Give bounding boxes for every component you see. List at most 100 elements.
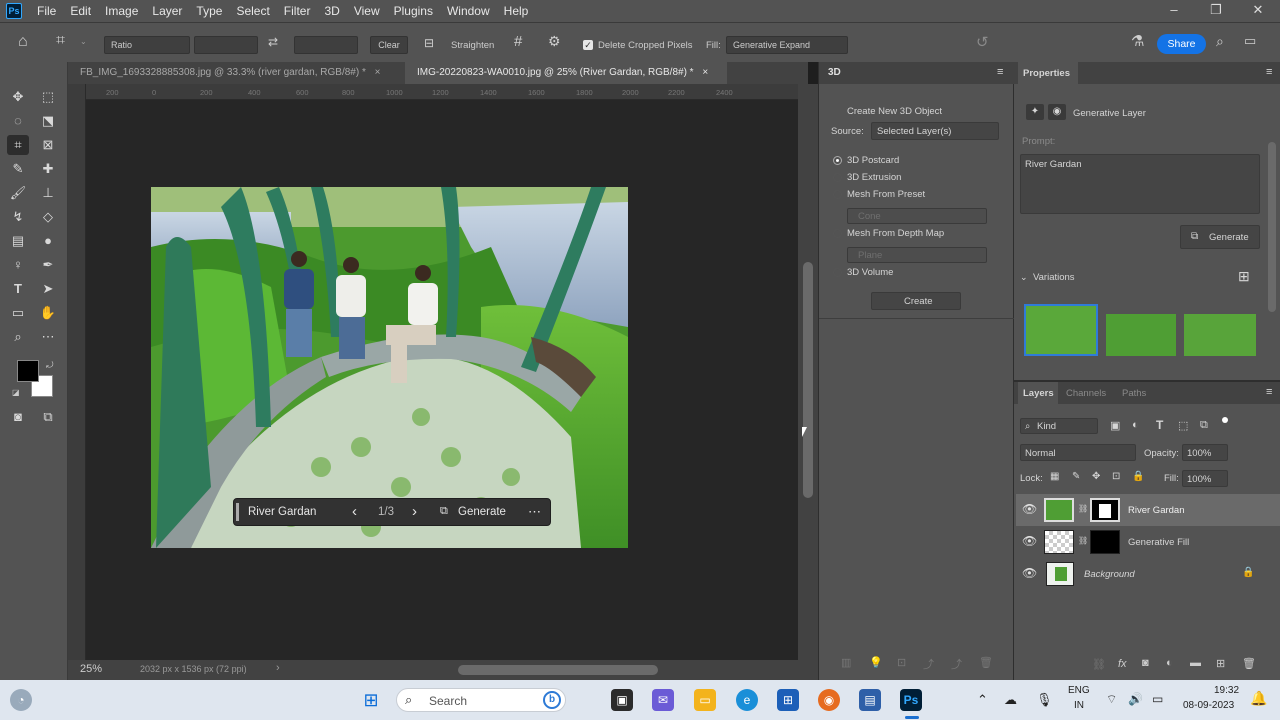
filter-shape-icon[interactable]: ⬚ — [1178, 419, 1188, 432]
home-icon[interactable]: ⌂ — [18, 33, 28, 51]
brush-tool-icon[interactable]: 🖌 — [7, 183, 29, 203]
tab-img-wa0010[interactable]: IMG-20220823-WA0010.jpg @ 25% (River Gar… — [405, 62, 727, 84]
task-view-icon[interactable]: ▣ — [611, 689, 633, 711]
delete-cropped-checkbox[interactable]: ✓ — [583, 40, 593, 50]
variation-thumb-1[interactable] — [1024, 304, 1098, 356]
lock-artboard-icon[interactable]: ⊡ — [1112, 471, 1120, 482]
lock-all-icon[interactable]: 🔒 — [1132, 471, 1144, 482]
pen-tool-icon[interactable]: ✒ — [37, 255, 59, 275]
straighten-label[interactable]: Straighten — [451, 40, 494, 51]
menu-help[interactable]: Help — [497, 4, 536, 18]
bing-icon[interactable]: b — [543, 691, 561, 709]
object-select-icon[interactable]: ⬔ — [37, 111, 59, 131]
eyedropper-icon[interactable]: ✎ — [7, 159, 29, 179]
menu-file[interactable]: File — [30, 4, 63, 18]
layer-name[interactable]: Background — [1084, 569, 1135, 580]
more-options-button[interactable]: ⋯ — [528, 504, 541, 520]
new-layer-icon[interactable]: ⊞ — [1216, 657, 1225, 670]
status-menu-arrow[interactable]: › — [276, 662, 280, 674]
filter-kind-select[interactable]: ⌕ Kind — [1020, 418, 1098, 434]
filter-type-icon[interactable]: T — [1156, 418, 1163, 432]
visibility-eye-icon[interactable]: 👁 — [1022, 502, 1037, 516]
radio-mesh-preset[interactable] — [833, 190, 842, 199]
variation-thumb-3[interactable] — [1184, 314, 1256, 356]
document-image[interactable] — [151, 187, 628, 548]
file-explorer-icon[interactable]: ▭ — [694, 689, 716, 711]
chevron-down-icon[interactable]: ⌄ — [1020, 272, 1028, 283]
option-depth-map[interactable]: Mesh From Depth Map — [847, 228, 944, 239]
cloud-off-icon[interactable]: ☁ — [1004, 692, 1017, 708]
drag-handle[interactable] — [236, 503, 239, 521]
eraser-tool-icon[interactable]: ◇ — [37, 207, 59, 227]
menu-layer[interactable]: Layer — [145, 4, 189, 18]
chevron-down-icon[interactable]: ⌄ — [80, 37, 87, 46]
dodge-tool-icon[interactable]: ♀ — [7, 255, 29, 275]
horizontal-scroll-thumb[interactable] — [458, 665, 658, 675]
group-folder-icon[interactable]: ▬ — [1190, 657, 1201, 669]
preset-select[interactable]: Cone — [847, 208, 987, 224]
previous-variation-button[interactable]: ‹ — [352, 503, 357, 520]
radio-3d-volume[interactable] — [833, 268, 842, 277]
properties-generate-button[interactable]: ⧉ Generate — [1180, 225, 1260, 249]
delete-layer-icon[interactable]: 🗑 — [1242, 657, 1256, 670]
search-icon[interactable]: ⌕ — [1216, 33, 1224, 50]
show-hidden-icons[interactable]: ⌃ — [977, 692, 988, 708]
link-icon[interactable]: ⛓ — [1078, 504, 1088, 513]
microsoft-store-icon[interactable]: ⊞ — [777, 689, 799, 711]
more-tools-icon[interactable]: ⋯ — [37, 327, 59, 347]
tab-fb-img[interactable]: FB_IMG_1693328885308.jpg @ 33.3% (river … — [68, 62, 403, 84]
option-3d-volume[interactable]: 3D Volume — [847, 267, 893, 278]
visibility-eye-icon[interactable]: 👁 — [1022, 566, 1037, 580]
option-mesh-preset[interactable]: Mesh From Preset — [847, 189, 925, 200]
source-select[interactable]: Selected Layer(s) — [871, 122, 999, 140]
menu-window[interactable]: Window — [440, 4, 497, 18]
screen-mode-icon[interactable]: ⧉ — [37, 407, 59, 427]
minimize-button[interactable]: – — [1154, 0, 1194, 20]
scroll-thumb[interactable] — [803, 262, 813, 498]
edge-browser-icon[interactable]: e — [736, 689, 758, 711]
straighten-icon[interactable]: ⊟ — [424, 36, 434, 50]
filter-scene-icon[interactable]: ▥ — [841, 656, 851, 669]
fill-select[interactable]: Generative Expand — [726, 36, 848, 54]
width-field[interactable] — [194, 36, 258, 54]
hand-tool-icon[interactable]: ✋ — [37, 303, 59, 323]
fill-field[interactable]: 100% — [1182, 470, 1228, 487]
stamp-tool-icon[interactable]: ⊥ — [37, 183, 59, 203]
mask-icon[interactable]: ◉ — [1048, 104, 1066, 120]
close-icon[interactable]: × — [375, 67, 381, 78]
option-3d-postcard[interactable]: 3D Postcard — [847, 155, 899, 166]
menu-view[interactable]: View — [347, 4, 387, 18]
quick-mask-icon[interactable]: ◙ — [7, 407, 29, 427]
frame-tool-icon[interactable]: ⊠ — [37, 135, 59, 155]
share-button[interactable]: Share — [1157, 34, 1206, 54]
photoshop-taskbar-icon[interactable]: Ps — [900, 689, 922, 711]
microphone-icon[interactable]: 🎙 — [1036, 692, 1053, 708]
path-select-icon[interactable]: ➤ — [37, 279, 59, 299]
notifications-icon[interactable]: 🔔 — [1250, 690, 1267, 707]
gradient-tool-icon[interactable]: ▤ — [7, 231, 29, 251]
history-brush-icon[interactable]: ↯ — [7, 207, 29, 227]
teams-chat-icon[interactable]: ✉ — [652, 689, 674, 711]
language-top[interactable]: ENG — [1068, 685, 1090, 696]
swap-icon[interactable]: ⇄ — [268, 35, 278, 49]
tab-layers[interactable]: Layers — [1018, 382, 1058, 404]
prompt-textarea[interactable]: River Gardan — [1020, 154, 1260, 214]
firefox-icon[interactable]: ◉ — [818, 689, 840, 711]
vertical-scrollbar[interactable] — [798, 84, 818, 660]
flask-icon[interactable]: ⚗ — [1131, 32, 1144, 50]
tab-3d[interactable]: 3D — [828, 67, 841, 78]
menu-edit[interactable]: Edit — [63, 4, 98, 18]
language-bottom[interactable]: IN — [1074, 700, 1084, 711]
clock-date[interactable]: 08-09-2023 — [1183, 700, 1234, 711]
wifi-icon[interactable]: ⌔ — [1106, 692, 1117, 707]
type-tool-icon[interactable]: T — [7, 279, 29, 299]
clock-time[interactable]: 19:32 — [1214, 685, 1239, 696]
layer-mask-thumbnail[interactable] — [1090, 498, 1120, 522]
battery-icon[interactable]: ▭ — [1152, 692, 1163, 706]
properties-scrollbar[interactable] — [1268, 142, 1276, 312]
lasso-tool-icon[interactable]: ◌ — [7, 111, 29, 131]
trash-icon[interactable]: 🗑 — [979, 656, 993, 669]
start-menu-icon[interactable]: ⊞ — [360, 689, 382, 711]
close-icon[interactable]: × — [702, 67, 708, 78]
visibility-eye-icon[interactable]: 👁 — [1022, 534, 1037, 548]
